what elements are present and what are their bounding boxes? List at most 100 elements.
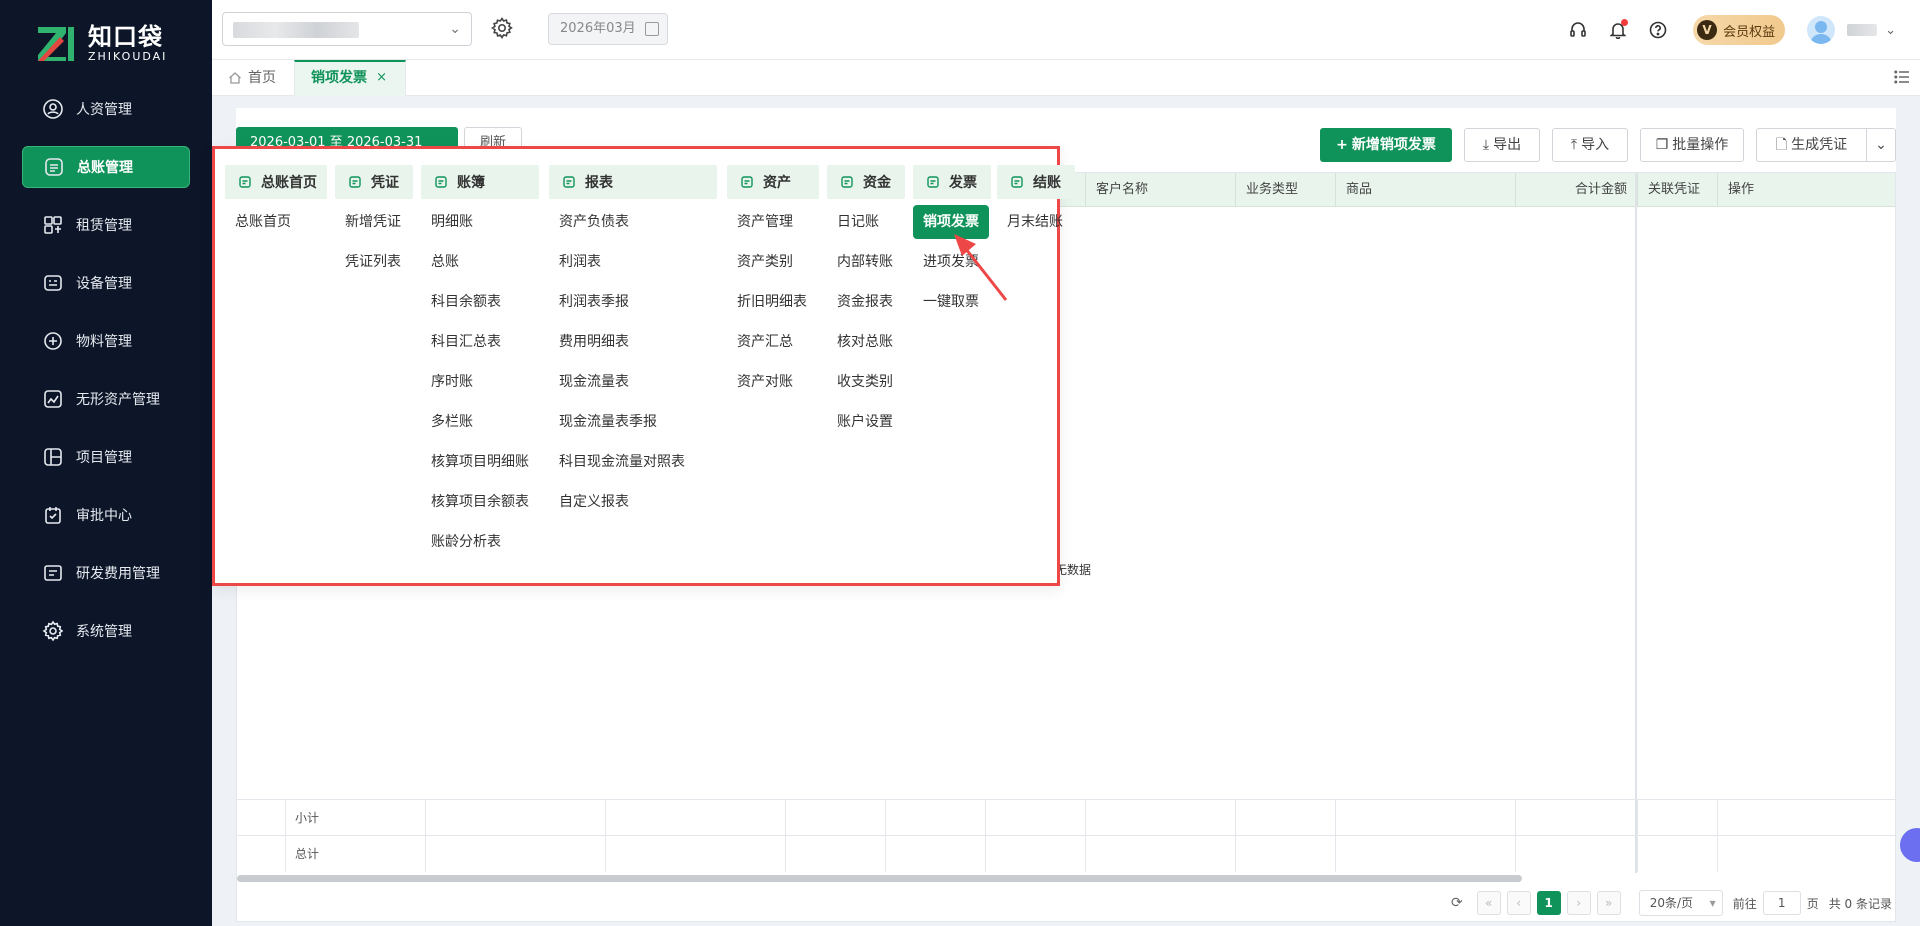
username-redacted[interactable]: [1847, 24, 1878, 36]
mega-menu-item[interactable]: 内部转账: [827, 242, 905, 282]
column-header-customer[interactable]: 客户名称: [1085, 173, 1235, 207]
mega-menu-item[interactable]: 序时账: [421, 362, 539, 402]
month-picker[interactable]: 2026年03月: [548, 13, 668, 45]
mega-menu-item[interactable]: 科目余额表: [421, 282, 539, 322]
vip-label: 会员权益: [1723, 24, 1776, 40]
sidebar-item-device[interactable]: 设备管理: [22, 262, 190, 304]
gear-icon[interactable]: [490, 16, 516, 42]
horizontal-scrollbar[interactable]: [237, 875, 1522, 882]
mega-menu-item[interactable]: 折旧明细表: [727, 282, 819, 322]
user-chevron-down-icon[interactable]: ⌄: [1885, 23, 1896, 38]
prev-page-icon[interactable]: ‹: [1506, 891, 1531, 915]
mega-menu-item[interactable]: 账户设置: [827, 402, 905, 442]
sidebar-item-material[interactable]: 物料管理: [22, 320, 190, 362]
generate-voucher-button[interactable]: 🗋 生成凭证: [1756, 128, 1866, 162]
mega-menu-header[interactable]: 总账首页: [225, 165, 327, 199]
last-page-icon[interactable]: »: [1596, 891, 1621, 915]
tab-close-icon[interactable]: ×: [376, 62, 387, 94]
tab-list-icon[interactable]: [1894, 69, 1910, 85]
mega-menu-item[interactable]: 现金流量表季报: [549, 402, 717, 442]
tab-home[interactable]: 首页: [228, 60, 276, 96]
headset-icon[interactable]: [1567, 19, 1589, 41]
chat-support-icon[interactable]: [1900, 828, 1920, 862]
topbar: ⌄ 2026年03月 V 会员权益 ⌄: [212, 0, 1920, 60]
mega-menu-item[interactable]: 资产负债表: [549, 202, 717, 242]
bell-icon[interactable]: [1607, 19, 1629, 41]
ledger-mega-menu: 总账首页 总账首页 凭证 新增凭证 凭证列表 账簿 明细账 总账 科目余额表 科目汇总表 序时账 多栏…: [212, 146, 1075, 586]
page-number[interactable]: 1: [1536, 891, 1561, 915]
sidebar-item-label: 物料管理: [76, 334, 132, 350]
company-select[interactable]: ⌄: [222, 12, 472, 46]
subtotal-row: 小计: [237, 799, 1895, 836]
mega-menu-item[interactable]: 资产汇总: [727, 322, 819, 362]
mega-menu-item[interactable]: 总账: [421, 242, 539, 282]
mega-menu-item[interactable]: 日记账: [827, 202, 905, 242]
chevron-down-icon: ⌄: [449, 21, 461, 37]
mega-menu-header[interactable]: 账簿: [421, 165, 539, 199]
column-header-goods[interactable]: 商品: [1335, 173, 1515, 207]
app-logo[interactable]: 知口袋 ZHIKOUDAI: [36, 20, 167, 66]
mega-menu-item[interactable]: 资金报表: [827, 282, 905, 322]
reload-icon[interactable]: ⟳: [1451, 895, 1463, 911]
import-button[interactable]: ⤒ 导入: [1552, 128, 1628, 162]
mega-menu-item[interactable]: 利润表季报: [549, 282, 717, 322]
mega-menu-item[interactable]: 科目现金流量对照表: [549, 442, 717, 482]
sidebar-item-label: 设备管理: [76, 276, 132, 292]
mega-menu-item[interactable]: 科目汇总表: [421, 322, 539, 362]
mega-menu-column-voucher: 凭证 新增凭证 凭证列表: [335, 165, 413, 282]
mega-menu-item[interactable]: 核对总账: [827, 322, 905, 362]
sidebar-item-project[interactable]: 项目管理: [22, 436, 190, 478]
ledger-icon: [43, 156, 65, 178]
mega-menu-header[interactable]: 资产: [727, 165, 819, 199]
batch-operation-button[interactable]: ❐ 批量操作: [1640, 128, 1744, 162]
sidebar-item-lease[interactable]: 租赁管理: [22, 204, 190, 246]
sidebar-item-person[interactable]: 人资管理: [22, 88, 190, 130]
first-page-icon[interactable]: «: [1476, 891, 1501, 915]
mega-menu-header[interactable]: 资金: [827, 165, 905, 199]
mega-menu-column-close-period: 结账 月末结账: [997, 165, 1075, 242]
mega-menu-item[interactable]: 收支类别: [827, 362, 905, 402]
sidebar-item-ledger[interactable]: 总账管理: [22, 146, 190, 188]
goto-page-input[interactable]: 1: [1762, 891, 1801, 915]
help-icon[interactable]: [1647, 19, 1669, 41]
mega-menu-item[interactable]: 费用明细表: [549, 322, 717, 362]
device-icon: [42, 272, 64, 294]
sidebar-item-settings[interactable]: 系统管理: [22, 610, 190, 652]
column-header-total-amount[interactable]: 合计金额: [1515, 173, 1635, 207]
tab-sales-invoice[interactable]: 销项发票 ×: [294, 60, 406, 96]
mega-menu-header[interactable]: 凭证: [335, 165, 413, 199]
column-header-linked-voucher[interactable]: 关联凭证: [1637, 173, 1717, 207]
avatar[interactable]: [1807, 16, 1836, 44]
export-button[interactable]: ⤓ 导出: [1464, 128, 1540, 162]
mega-menu-item[interactable]: 凭证列表: [335, 242, 413, 282]
home-ledger-icon: [237, 174, 253, 190]
generate-voucher-dropdown[interactable]: ⌄: [1866, 128, 1896, 162]
mega-menu-item[interactable]: 核算项目明细账: [421, 442, 539, 482]
mega-menu-item[interactable]: 现金流量表: [549, 362, 717, 402]
sidebar-item-approval[interactable]: 审批中心: [22, 494, 190, 536]
mega-menu-item[interactable]: 新增凭证: [335, 202, 413, 242]
add-sales-invoice-button[interactable]: + 新增销项发票: [1320, 128, 1452, 162]
mega-menu-item[interactable]: 总账首页: [225, 202, 327, 242]
sidebar-menu: 人资管理总账管理租赁管理设备管理物料管理无形资产管理 项目管理审批中心研发费用管理…: [0, 88, 212, 668]
mega-menu-header[interactable]: 发票: [913, 165, 991, 199]
mega-menu-header[interactable]: 结账: [997, 165, 1075, 199]
mega-menu-item[interactable]: 核算项目余额表: [421, 482, 539, 522]
mega-menu-item[interactable]: 利润表: [549, 242, 717, 282]
vip-button[interactable]: V 会员权益: [1693, 15, 1786, 45]
mega-menu-item[interactable]: 明细账: [421, 202, 539, 242]
mega-menu-item[interactable]: 资产管理: [727, 202, 819, 242]
column-header-business-type[interactable]: 业务类型: [1235, 173, 1335, 207]
mega-menu-item[interactable]: 多栏账: [421, 402, 539, 442]
mega-menu-item[interactable]: 资产对账: [727, 362, 819, 402]
sidebar-item-intangible[interactable]: 无形资产管理: [22, 378, 190, 420]
total-label: 总计: [295, 847, 320, 861]
page-size-select[interactable]: 20条/页 ▾: [1638, 890, 1723, 916]
next-page-icon[interactable]: ›: [1566, 891, 1591, 915]
settings-icon: [42, 620, 64, 642]
mega-menu-header[interactable]: 报表: [549, 165, 717, 199]
sidebar-item-rd[interactable]: 研发费用管理: [22, 552, 190, 594]
mega-menu-item[interactable]: 账龄分析表: [421, 522, 539, 562]
mega-menu-item[interactable]: 资产类别: [727, 242, 819, 282]
mega-menu-item[interactable]: 自定义报表: [549, 482, 717, 522]
